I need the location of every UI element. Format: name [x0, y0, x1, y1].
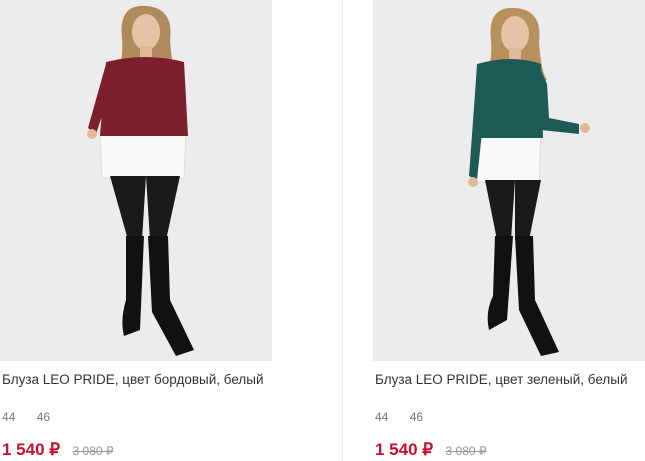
old-price: 3 080 ₽: [72, 444, 114, 458]
size-option[interactable]: 46: [37, 410, 50, 424]
current-price: 1 540 ₽: [2, 440, 61, 459]
product-card[interactable]: Блуза LEO PRIDE, цвет зеленый, белый 44 …: [373, 0, 645, 461]
model-photo-burgundy: [0, 0, 272, 361]
price-block: 1 540 ₽ 3 080 ₽: [375, 440, 487, 460]
card-divider: [342, 0, 343, 461]
size-option[interactable]: 44: [375, 410, 388, 424]
price-block: 1 540 ₽ 3 080 ₽: [2, 440, 114, 460]
product-photo[interactable]: [0, 0, 272, 361]
current-price: 1 540 ₽: [375, 440, 434, 459]
product-title[interactable]: Блуза LEO PRIDE, цвет зеленый, белый: [375, 372, 628, 387]
old-price: 3 080 ₽: [445, 444, 487, 458]
product-title[interactable]: Блуза LEO PRIDE, цвет бордовый, белый: [2, 372, 264, 387]
product-photo[interactable]: [373, 0, 645, 361]
size-option[interactable]: 44: [2, 410, 15, 424]
product-card[interactable]: Блуза LEO PRIDE, цвет бордовый, белый 44…: [0, 0, 272, 461]
model-photo-green: [373, 0, 645, 361]
size-list: 44 46: [375, 410, 441, 424]
size-list: 44 46: [2, 410, 68, 424]
size-option[interactable]: 46: [410, 410, 423, 424]
